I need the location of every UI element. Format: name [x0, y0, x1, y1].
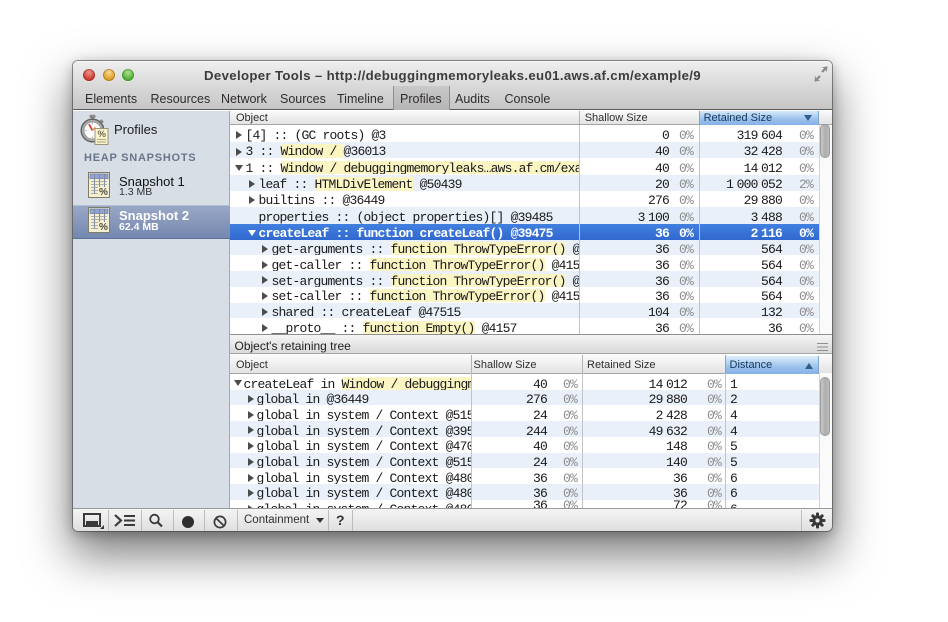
svg-text:%: %	[98, 129, 107, 140]
svg-text:%: %	[99, 222, 108, 233]
svg-text:%: %	[99, 187, 108, 198]
